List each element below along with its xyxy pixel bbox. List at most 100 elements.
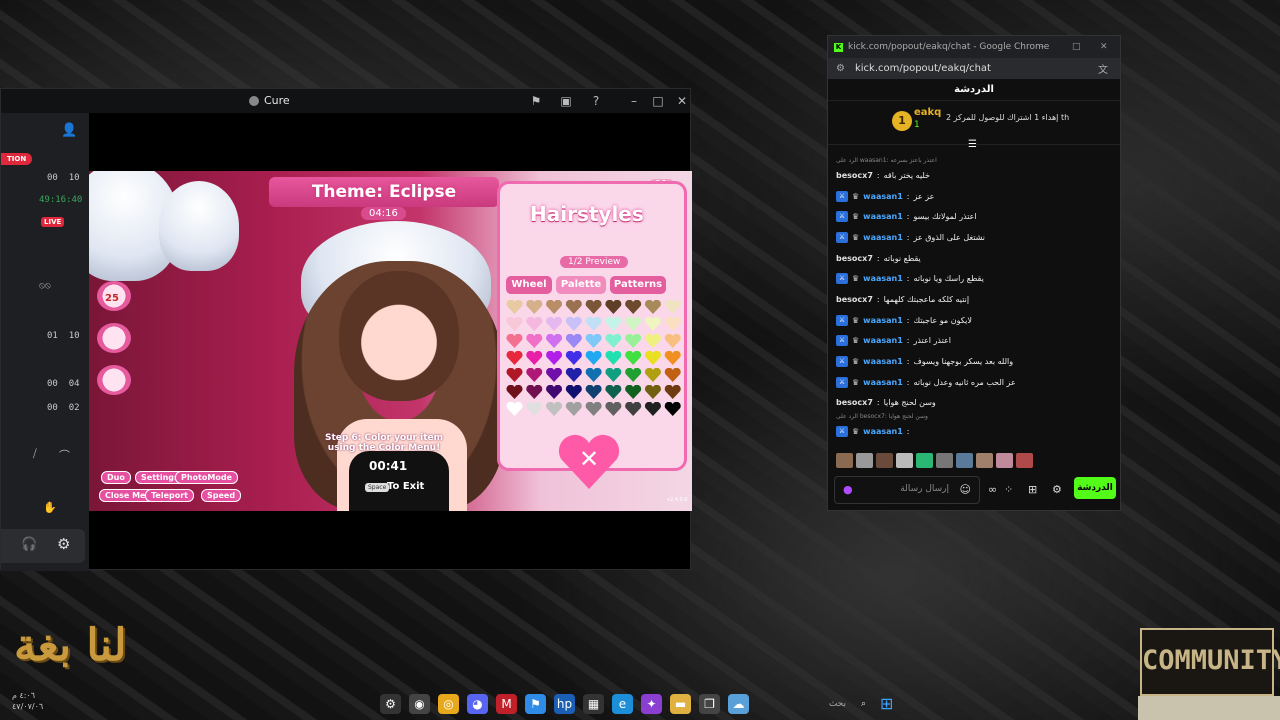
color-swatch[interactable]: [526, 368, 543, 383]
color-swatch[interactable]: [605, 368, 622, 383]
maximize-icon[interactable]: □: [651, 94, 665, 108]
color-swatch[interactable]: [565, 300, 582, 315]
chat-settings-icon[interactable]: ⚙: [1052, 483, 1062, 496]
taskbar-clock[interactable]: ٤:٠٦ م ٤٧/٠٧/٠٦: [12, 690, 43, 712]
chat-username[interactable]: besocx7: [836, 171, 873, 180]
task-view-icon[interactable]: ❐: [699, 694, 720, 714]
chat-input[interactable]: ● إرسال رسالة ☺: [834, 476, 980, 504]
color-swatch[interactable]: [605, 385, 622, 400]
color-swatch[interactable]: [506, 334, 523, 349]
settings-app-icon[interactable]: ⚙: [380, 694, 401, 714]
close-icon[interactable]: ✕: [675, 94, 689, 108]
color-swatch[interactable]: [546, 300, 563, 315]
color-swatch[interactable]: [546, 317, 563, 332]
color-swatch[interactable]: [605, 300, 622, 315]
chat-username[interactable]: besocx7: [836, 295, 873, 304]
share-icon[interactable]: ⁘: [1004, 483, 1013, 496]
gift-item[interactable]: [97, 365, 131, 395]
headphones-icon[interactable]: ⌒: [59, 447, 70, 463]
color-swatch[interactable]: [664, 300, 681, 315]
outfit-item[interactable]: [97, 323, 131, 353]
color-swatch[interactable]: [664, 368, 681, 383]
color-swatch[interactable]: [644, 300, 661, 315]
color-swatch[interactable]: [585, 368, 602, 383]
emote-button[interactable]: [896, 453, 913, 468]
site-settings-icon[interactable]: ⚙: [836, 63, 845, 74]
minimize-icon[interactable]: –: [1040, 42, 1045, 52]
color-swatch[interactable]: [664, 402, 681, 417]
speed-button[interactable]: Speed: [201, 489, 242, 502]
chrome-url-bar[interactable]: ⚙ kick.com/popout/eakq/chat 文: [828, 58, 1120, 79]
chat-username[interactable]: waasan1: [863, 336, 903, 345]
color-swatch[interactable]: [565, 334, 582, 349]
color-swatch[interactable]: [664, 351, 681, 366]
collapse-icon[interactable]: ☰: [968, 139, 977, 150]
color-swatch[interactable]: [565, 385, 582, 400]
color-swatch[interactable]: [585, 402, 602, 417]
color-swatch[interactable]: [625, 300, 642, 315]
infinity-icon[interactable]: ∞: [988, 483, 997, 496]
color-swatch[interactable]: [546, 385, 563, 400]
color-swatch[interactable]: [506, 385, 523, 400]
emote-button[interactable]: [1016, 453, 1033, 468]
headset-icon[interactable]: 🎧: [21, 537, 37, 552]
chat-username[interactable]: waasan1: [863, 357, 903, 366]
mic-muted-icon[interactable]: ⧸: [33, 447, 37, 461]
emote-button[interactable]: [956, 453, 973, 468]
color-swatch[interactable]: [605, 334, 622, 349]
store-icon[interactable]: ▦: [583, 694, 604, 714]
color-swatch[interactable]: [644, 351, 661, 366]
chat-username[interactable]: besocx7: [836, 254, 873, 263]
emote-button[interactable]: [916, 453, 933, 468]
color-swatch[interactable]: [625, 317, 642, 332]
chat-username[interactable]: waasan1: [863, 212, 903, 221]
maximize-icon[interactable]: □: [1072, 42, 1081, 52]
color-swatch[interactable]: [506, 402, 523, 417]
weather-icon[interactable]: ☁: [728, 694, 749, 714]
pinned-user[interactable]: eakq: [914, 107, 941, 118]
color-swatch[interactable]: [506, 351, 523, 366]
file-explorer-icon[interactable]: ▬: [670, 694, 691, 714]
mcafee-icon[interactable]: M: [496, 694, 517, 714]
color-swatch[interactable]: [585, 317, 602, 332]
obs-icon[interactable]: ◉: [409, 694, 430, 714]
url-text[interactable]: kick.com/popout/eakq/chat: [855, 63, 991, 74]
chat-username[interactable]: waasan1: [863, 192, 903, 201]
soundboard-icon[interactable]: ✋: [43, 501, 57, 514]
emote-button[interactable]: [856, 453, 873, 468]
color-swatch[interactable]: [625, 402, 642, 417]
app-icon[interactable]: ⚑: [525, 694, 546, 714]
color-swatch[interactable]: [526, 334, 543, 349]
color-swatch[interactable]: [506, 368, 523, 383]
color-swatch[interactable]: [644, 368, 661, 383]
color-swatch[interactable]: [585, 300, 602, 315]
photomode-button[interactable]: PhotoMode: [175, 471, 238, 484]
windows-start-icon[interactable]: ⊞: [880, 695, 898, 713]
emote-button[interactable]: [836, 453, 853, 468]
color-swatch[interactable]: [585, 334, 602, 349]
color-swatch[interactable]: [644, 402, 661, 417]
taskbar-search[interactable]: بحث ⌕: [760, 694, 872, 714]
send-chat-button[interactable]: الدردشة: [1074, 477, 1116, 499]
chat-username[interactable]: waasan1: [863, 233, 903, 242]
chat-username[interactable]: waasan1: [863, 316, 903, 325]
color-swatch[interactable]: [565, 402, 582, 417]
emote-button[interactable]: [936, 453, 953, 468]
color-swatch[interactable]: [664, 385, 681, 400]
color-swatch[interactable]: [625, 351, 642, 366]
color-swatch[interactable]: [565, 317, 582, 332]
color-swatch[interactable]: [625, 334, 642, 349]
color-swatch[interactable]: [546, 334, 563, 349]
chat-username[interactable]: waasan1: [863, 274, 903, 283]
tab-palette[interactable]: Palette: [556, 276, 606, 294]
color-swatch[interactable]: [546, 351, 563, 366]
add-friend-icon[interactable]: 👤: [61, 123, 77, 138]
emote-button[interactable]: [876, 453, 893, 468]
color-swatch[interactable]: [605, 402, 622, 417]
color-swatch[interactable]: [625, 368, 642, 383]
color-swatch[interactable]: [625, 385, 642, 400]
color-swatch[interactable]: [526, 402, 543, 417]
discord-icon[interactable]: ◕: [467, 694, 488, 714]
color-swatch[interactable]: [526, 300, 543, 315]
tab-wheel[interactable]: Wheel: [506, 276, 552, 294]
